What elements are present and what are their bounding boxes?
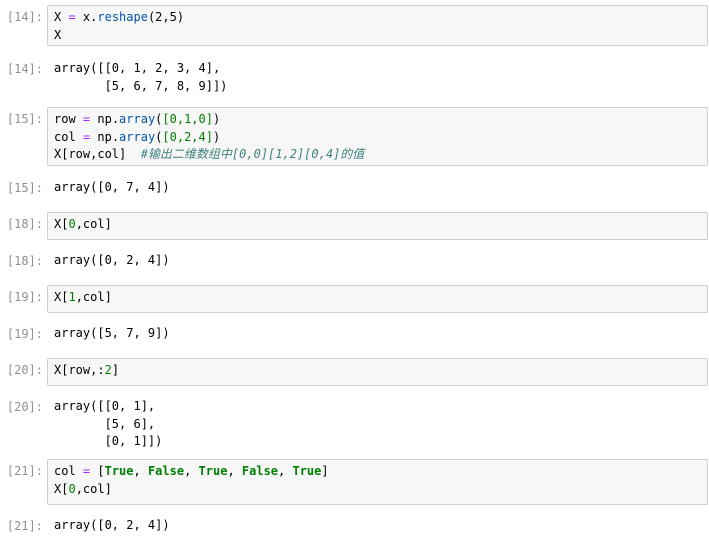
input-prompt: [14]: (6, 10, 43, 24)
output-prompt: [21]: (6, 519, 43, 533)
code-token: 1 (68, 290, 76, 304)
code-editor[interactable]: col = [True, False, True, False, True] X[… (54, 463, 329, 498)
code-token: X[row,: (54, 363, 105, 377)
code-input-cell[interactable]: row = np.array([0,1,0]) col = np.array([0… (47, 107, 708, 166)
code-input-cell[interactable]: col = [True, False, True, False, True] X[… (47, 459, 708, 505)
code-token: (2,5) (147, 10, 185, 24)
cell-output: array([0, 7, 4]) (54, 180, 170, 194)
output-prompt: [19]: (6, 327, 43, 341)
code-line: X = x.reshape(2,5) (54, 9, 184, 27)
code-token: #输出二维数组中[0,0][1,2][0,4]的值 (140, 147, 365, 161)
code-editor[interactable]: row = np.array([0,1,0]) col = np.array([0… (54, 111, 364, 164)
code-token: , (133, 464, 148, 478)
code-token: reshape (97, 10, 148, 24)
output-prompt: [14]: (6, 62, 43, 76)
code-token: True (104, 464, 134, 478)
code-token: ,col] (75, 481, 112, 496)
code-line: X (54, 27, 184, 45)
code-token: row (54, 112, 83, 126)
cell-output: array([[0, 1], [5, 6], [0, 1]]) (54, 399, 163, 448)
code-token: X[ (54, 217, 69, 231)
code-token: array (119, 112, 156, 126)
code-token: X (54, 27, 62, 42)
input-prompt: [20]: (6, 363, 43, 377)
input-prompt: [15]: (6, 112, 43, 126)
code-input-cell[interactable]: X[0,col] (47, 212, 708, 240)
code-editor[interactable]: X[1,col] (54, 289, 112, 307)
output-prompt: [15]: (6, 181, 43, 195)
code-token: np. (90, 129, 120, 144)
code-line: X[1,col] (54, 289, 112, 307)
code-line: X[row,col] #输出二维数组中[0,0][1,2][0,4]的值 (54, 146, 364, 164)
code-token: ,col] (75, 290, 112, 304)
cell-output: array([0, 2, 4]) (54, 518, 170, 532)
code-token: X (54, 10, 69, 24)
input-prompt: [19]: (6, 290, 43, 304)
code-token: ] (321, 464, 329, 478)
output-prompt: [20]: (6, 400, 43, 414)
code-token: col (54, 129, 83, 144)
code-editor[interactable]: X[row,:2] (54, 362, 119, 380)
code-line: X[row,:2] (54, 362, 119, 380)
code-token: X[ (54, 290, 69, 304)
code-token: [0,2,4] (162, 129, 213, 144)
code-token: x. (75, 10, 98, 24)
code-token: ,col] (75, 217, 112, 231)
code-token: , (227, 464, 242, 478)
code-token: True (198, 464, 228, 478)
code-input-cell[interactable]: X = x.reshape(2,5) X (47, 5, 708, 46)
code-token: ) (212, 129, 221, 144)
code-token: , (184, 464, 199, 478)
code-line: col = np.array([0,2,4]) (54, 129, 364, 147)
code-line: row = np.array([0,1,0]) (54, 111, 364, 129)
code-token: X[ (54, 481, 69, 496)
cell-output: array([[0, 1, 2, 3, 4], [5, 6, 7, 8, 9]]… (54, 61, 228, 93)
code-input-cell[interactable]: X[1,col] (47, 285, 708, 313)
code-token: 0 (68, 217, 76, 231)
cell-output: array([5, 7, 9]) (54, 326, 170, 340)
cell-output: array([0, 2, 4]) (54, 253, 170, 267)
code-line: X[0,col] (54, 216, 112, 234)
input-prompt: [21]: (6, 464, 43, 478)
code-token: ) (212, 112, 221, 126)
code-token: = (68, 10, 76, 24)
code-token: 0 (68, 481, 76, 496)
code-line: X[0,col] (54, 481, 329, 499)
code-token: , (278, 464, 293, 478)
code-token: False (241, 464, 279, 478)
code-line: col = [True, False, True, False, True] (54, 463, 329, 481)
code-token: [0,1,0] (162, 112, 213, 126)
code-token: np. (90, 112, 120, 126)
code-editor[interactable]: X[0,col] (54, 216, 112, 234)
input-prompt: [18]: (6, 217, 43, 231)
code-token: ] (111, 363, 120, 377)
output-prompt: [18]: (6, 254, 43, 268)
code-editor[interactable]: X = x.reshape(2,5) X (54, 9, 184, 44)
code-token: array (119, 129, 156, 144)
code-token: X[row,col] (54, 147, 141, 161)
code-token: col (54, 464, 83, 478)
code-token: False (147, 464, 185, 478)
code-token: 2 (104, 363, 112, 377)
code-token: [ (90, 464, 105, 478)
code-input-cell[interactable]: X[row,:2] (47, 358, 708, 386)
code-token: True (292, 464, 322, 478)
